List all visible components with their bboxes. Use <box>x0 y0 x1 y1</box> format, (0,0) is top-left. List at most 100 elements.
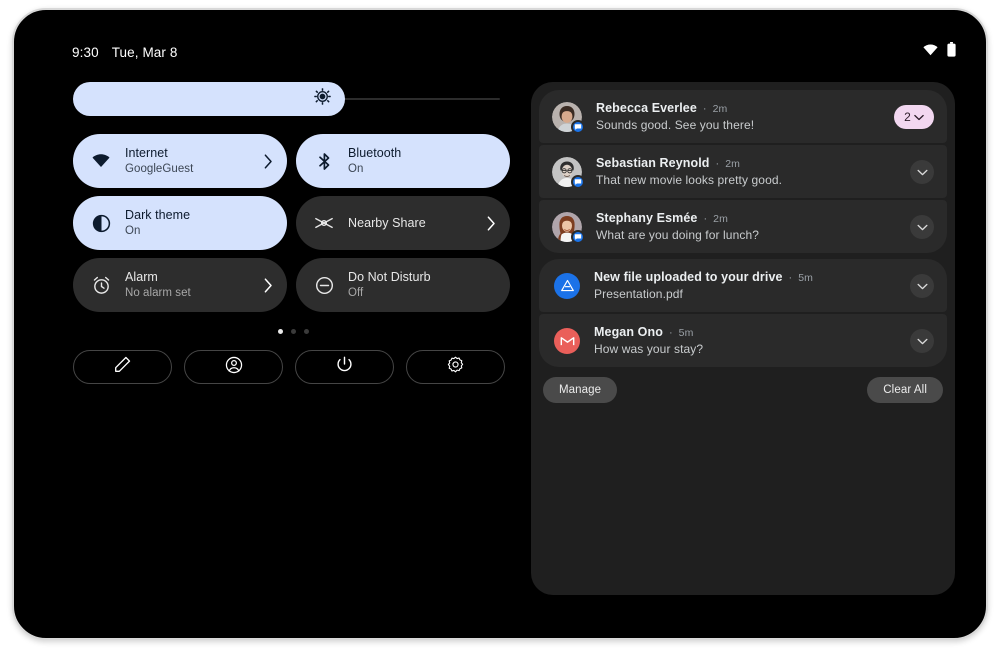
alarm-icon <box>90 276 112 295</box>
chevron-down-icon <box>916 218 928 236</box>
notification-separator: · <box>715 158 720 170</box>
tile-subtitle: No alarm set <box>125 286 191 299</box>
gmail-icon <box>554 327 580 354</box>
tile-nearby-share-text: Nearby Share <box>348 216 487 231</box>
notification-time: 2m <box>713 213 728 225</box>
expand-button[interactable] <box>910 273 934 298</box>
notification-sender: Rebecca Everlee <box>596 101 697 115</box>
status-date: Tue, Mar 8 <box>111 44 178 60</box>
notification-body: Stephany Esmée · 2m What are you doing f… <box>596 211 900 242</box>
page-dot-3[interactable] <box>303 329 309 334</box>
messages-icon <box>571 119 585 134</box>
expand-button[interactable] <box>910 159 934 184</box>
settings-button[interactable] <box>406 350 505 384</box>
tablet-device-frame: 9:30 Tue, Mar 8 Internet GoogleGuest Blu… <box>12 8 988 640</box>
power-button[interactable] <box>295 350 394 384</box>
tile-do-not-disturb[interactable]: Do Not Disturb Off <box>296 258 510 312</box>
messages-icon <box>571 229 585 244</box>
notification-time: 2m <box>712 103 728 115</box>
tile-title: Do Not Disturb <box>348 269 431 284</box>
do-not-disturb-icon <box>313 276 335 295</box>
notification-shade: Rebecca Everlee · 2m Sounds good. See yo… <box>531 82 955 595</box>
tile-title: Alarm <box>125 269 158 284</box>
quick-settings-panel: Internet GoogleGuest Bluetooth On Dark t… <box>73 82 513 432</box>
chevron-right-icon[interactable] <box>487 215 496 231</box>
page-dot-2[interactable] <box>290 329 296 334</box>
notification-item[interactable]: Sebastian Reynold · 2m That new movie lo… <box>539 145 947 198</box>
notification-body: New file uploaded to your drive · 5m Pre… <box>594 270 900 301</box>
tile-subtitle: On <box>348 162 364 175</box>
tile-dark-theme-text: Dark theme On <box>125 208 273 239</box>
notification-item[interactable]: Rebecca Everlee · 2m Sounds good. See yo… <box>539 90 947 143</box>
brightness-slider[interactable] <box>73 82 513 116</box>
tile-bluetooth-text: Bluetooth On <box>348 146 496 177</box>
chevron-down-icon <box>914 108 924 126</box>
tile-bluetooth[interactable]: Bluetooth On <box>296 134 510 188</box>
avatar <box>552 211 585 244</box>
brightness-sun-icon <box>314 88 331 110</box>
status-bar-left: 9:30 Tue, Mar 8 <box>50 45 177 60</box>
chevron-down-icon <box>916 277 928 295</box>
notification-sender: Stephany Esmée <box>596 211 698 225</box>
status-time: 9:30 <box>72 44 99 60</box>
tile-alarm[interactable]: Alarm No alarm set <box>73 258 287 312</box>
manage-button[interactable]: Manage <box>543 377 618 403</box>
battery-icon <box>947 42 956 62</box>
avatar <box>552 156 585 189</box>
expand-button[interactable] <box>910 328 934 353</box>
tile-dark-theme[interactable]: Dark theme On <box>73 196 287 250</box>
quick-settings-tiles: Internet GoogleGuest Bluetooth On Dark t… <box>73 134 513 312</box>
notification-item[interactable]: New file uploaded to your drive · 5m Pre… <box>539 259 947 312</box>
tile-internet-text: Internet GoogleGuest <box>125 146 264 177</box>
notification-body: Rebecca Everlee · 2m Sounds good. See yo… <box>596 101 884 132</box>
power-icon <box>336 356 353 378</box>
tile-internet[interactable]: Internet GoogleGuest <box>73 134 287 188</box>
tile-subtitle: GoogleGuest <box>125 162 194 175</box>
notification-sender: Sebastian Reynold <box>596 156 710 170</box>
tile-title: Bluetooth <box>348 145 402 160</box>
notification-header: Rebecca Everlee · 2m <box>596 101 884 115</box>
settings-gear-icon <box>447 356 464 378</box>
pencil-edit-icon <box>114 356 131 378</box>
notification-item[interactable]: Stephany Esmée · 2m What are you doing f… <box>539 200 947 253</box>
notification-sender: New file uploaded to your drive <box>594 270 783 284</box>
screenshot-root: 9:30 Tue, Mar 8 Internet GoogleGuest Blu… <box>0 0 1000 649</box>
notification-separator: · <box>702 103 707 115</box>
tile-title: Dark theme <box>125 207 191 222</box>
brightness-fill[interactable] <box>73 82 345 116</box>
chevron-down-icon <box>916 163 928 181</box>
user-account-button[interactable] <box>184 350 283 384</box>
bluetooth-icon <box>313 152 335 171</box>
tile-nearby-share[interactable]: Nearby Share <box>296 196 510 250</box>
notification-message: What are you doing for lunch? <box>596 228 759 242</box>
notification-time: 5m <box>798 272 814 284</box>
quick-settings-actions <box>73 350 513 384</box>
page-dot-1[interactable] <box>277 329 283 334</box>
nearby-share-icon <box>313 216 335 230</box>
notification-group-count-badge[interactable]: 2 <box>894 104 934 129</box>
status-bar: 9:30 Tue, Mar 8 <box>50 34 978 70</box>
tile-title: Nearby Share <box>348 215 426 230</box>
messages-icon <box>571 174 585 189</box>
notification-count: 2 <box>904 109 911 124</box>
expand-button[interactable] <box>910 214 934 239</box>
chevron-down-icon <box>916 332 928 350</box>
notification-body: Sebastian Reynold · 2m That new movie lo… <box>596 156 900 187</box>
chevron-right-icon[interactable] <box>264 277 273 293</box>
drive-icon <box>554 272 580 299</box>
notification-sender: Megan Ono <box>594 325 663 339</box>
notification-header: Megan Ono · 5m <box>594 325 900 339</box>
wifi-icon <box>90 154 112 168</box>
notification-header: New file uploaded to your drive · 5m <box>594 270 900 284</box>
tile-title: Internet <box>125 145 168 160</box>
edit-tiles-button[interactable] <box>73 350 172 384</box>
page-indicator-dots <box>73 329 513 334</box>
tile-dnd-text: Do Not Disturb Off <box>348 270 496 301</box>
notification-message: That new movie looks pretty good. <box>596 173 783 187</box>
notification-item[interactable]: Megan Ono · 5m How was your stay? <box>539 314 947 367</box>
clear-all-button[interactable]: Clear All <box>867 377 943 403</box>
conversation-notifications: Rebecca Everlee · 2m Sounds good. See yo… <box>539 90 947 253</box>
chevron-right-icon[interactable] <box>264 153 273 169</box>
wifi-icon <box>923 43 938 61</box>
notification-separator: · <box>703 213 708 225</box>
